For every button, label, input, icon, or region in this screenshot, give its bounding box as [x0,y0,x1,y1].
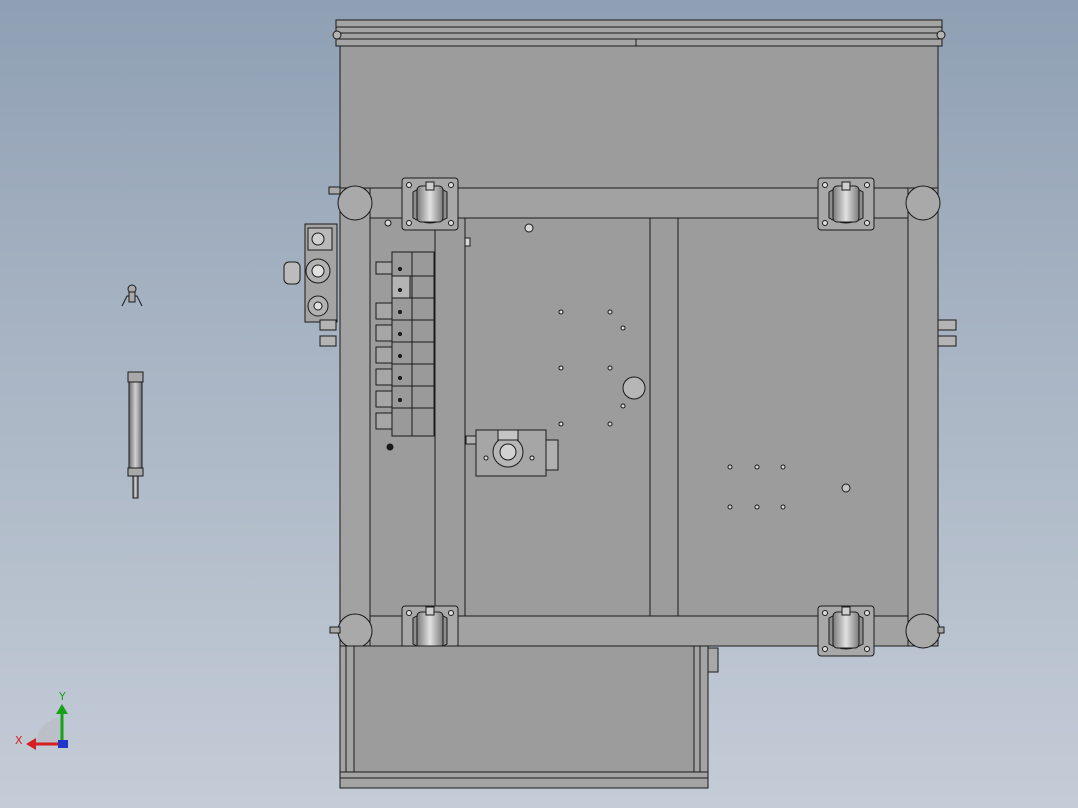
cad-viewport[interactable]: Y X [0,0,1078,808]
triad-x-label: X [15,734,23,747]
pressure-regulator[interactable] [283,223,338,347]
caster-top-left[interactable] [401,177,459,231]
triad-y-label: Y [58,690,66,703]
caster-top-right[interactable] [817,177,875,231]
orientation-triad: Y X [15,690,68,750]
bottom-drawer[interactable] [339,645,719,789]
caster-bottom-right[interactable] [817,605,875,657]
right-fittings [937,319,957,347]
machine-assembly[interactable] [283,19,957,789]
top-rail[interactable] [332,19,946,47]
loose-clip-part[interactable] [121,284,143,307]
motor-mount[interactable] [465,429,559,477]
loose-cylinder-rod[interactable] [127,371,144,499]
